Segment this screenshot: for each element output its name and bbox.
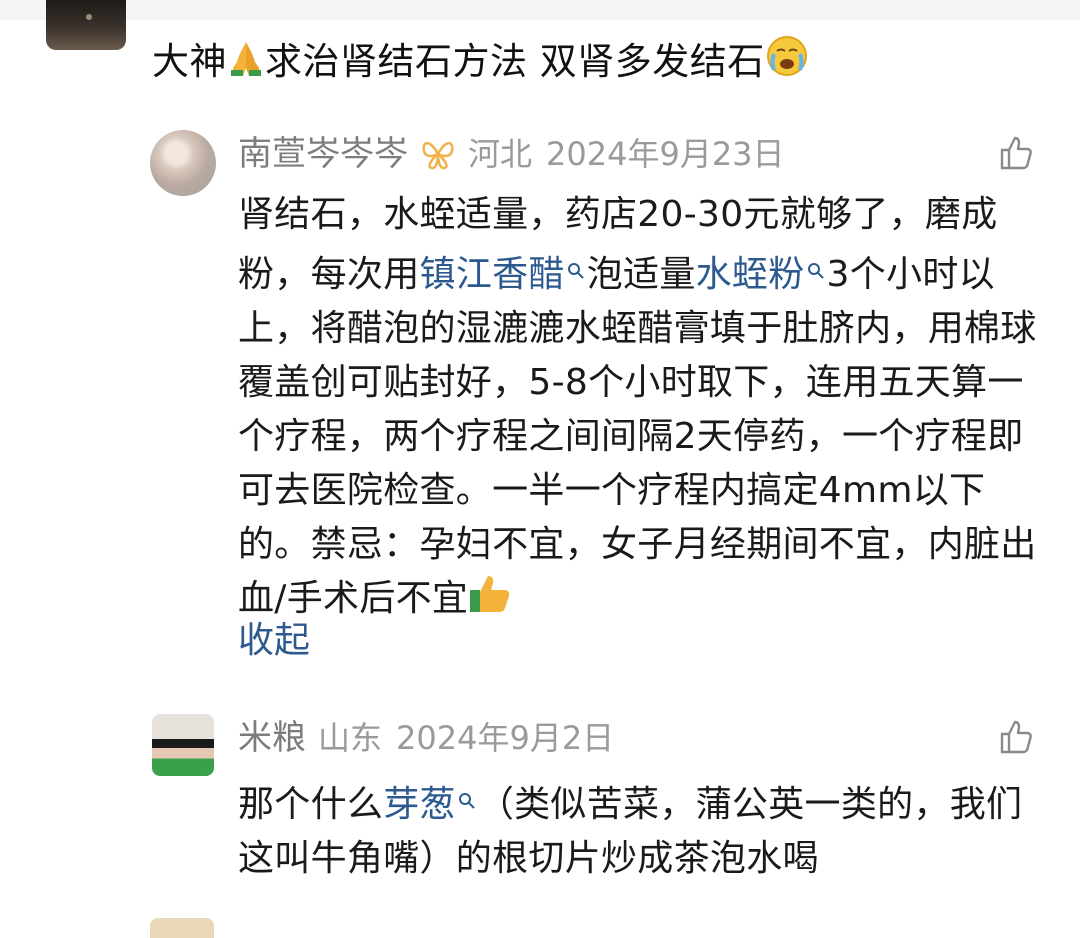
top-strip xyxy=(0,0,1080,20)
search-icon[interactable] xyxy=(567,242,585,296)
search-link[interactable]: 水蛭粉 xyxy=(696,254,805,295)
avatar[interactable] xyxy=(46,0,126,50)
collapse-button[interactable]: 收起 xyxy=(238,614,310,668)
author-name[interactable]: 米粮 xyxy=(238,718,306,758)
like-icon[interactable] xyxy=(996,716,1036,756)
comment-content: 那个什么芽葱 （类似苦菜，蒲公英一类的，我们这叫牛角嘴）的根切片炒成茶泡水喝 xyxy=(238,772,1038,886)
search-link[interactable]: 芽葱 xyxy=(383,784,456,825)
like-icon[interactable] xyxy=(996,132,1036,172)
avatar[interactable] xyxy=(150,918,214,938)
location: 山东 xyxy=(318,719,383,757)
comment-text: 3个小时以上，将醋泡的湿漉漉水蛭醋膏填于肚脐内，用棉球覆盖创可贴封好，5-8个小… xyxy=(238,254,1037,619)
question-text: 大神 求治肾结石方法 双肾多发结石 xyxy=(152,34,809,92)
comment-content: 肾结石，水蛭适量，药店20-30元就够了，磨成粉，每次用镇江香醋 泡适量水蛭粉 3个… xyxy=(238,188,1038,630)
search-link[interactable]: 镇江香醋 xyxy=(420,254,565,295)
avatar[interactable] xyxy=(150,130,216,196)
avatar[interactable] xyxy=(152,714,214,776)
timestamp: 2024年9月23日 xyxy=(546,135,785,173)
comment-text: 那个什么 xyxy=(238,784,384,825)
comment-meta: 南萱岑岑岑 河北 2024年9月23日 xyxy=(238,132,785,182)
search-icon[interactable] xyxy=(807,242,825,296)
location: 河北 xyxy=(468,135,533,173)
thumbs-up-emoji xyxy=(468,572,512,630)
search-icon[interactable] xyxy=(458,772,476,826)
praying-hands-emoji xyxy=(227,38,265,92)
comment-meta: 米粮 山东 2024年9月2日 xyxy=(238,716,614,760)
comment-text: 泡适量 xyxy=(586,254,696,295)
timestamp: 2024年9月2日 xyxy=(396,719,615,757)
butterfly-badge-icon xyxy=(420,137,456,182)
author-name[interactable]: 南萱岑岑岑 xyxy=(238,134,408,174)
crying-face-emoji xyxy=(765,34,809,92)
